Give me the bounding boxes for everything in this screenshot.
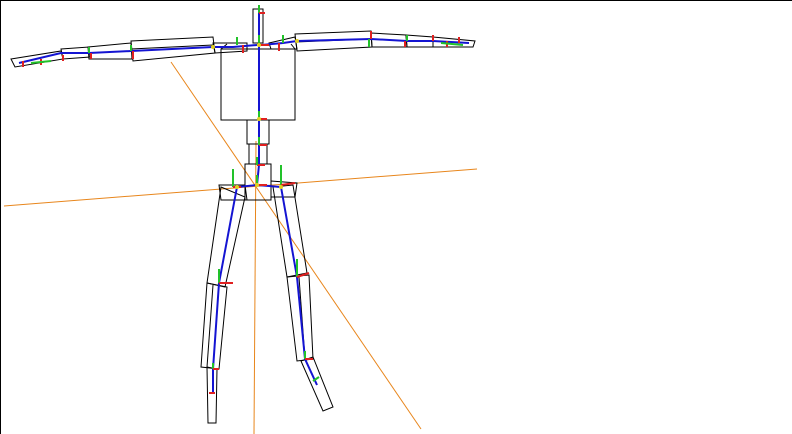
bone-left-thigh: [206, 186, 246, 288]
joint-axes-icon[interactable]: [236, 37, 244, 53]
joint-marker[interactable]: [257, 117, 261, 121]
joint-marker[interactable]: [211, 45, 215, 49]
joint-marker[interactable]: [255, 183, 259, 187]
right-arm-chain: [260, 37, 470, 46]
scene-canvas[interactable]: [1, 1, 792, 434]
bone-left-shin-edge: [206, 284, 214, 368]
joint-markers: [211, 39, 299, 189]
joint-marker[interactable]: [295, 39, 299, 43]
joint-marker[interactable]: [257, 43, 261, 47]
axis-line-diagonal: [170, 61, 422, 430]
joint-marker[interactable]: [279, 185, 283, 189]
reference-axes: [3, 61, 478, 434]
joint-marker[interactable]: [235, 185, 239, 189]
3d-viewport[interactable]: [0, 0, 792, 434]
bone-right-thigh: [272, 184, 308, 278]
bone-chest-edge: [290, 43, 296, 50]
bone-boxes: [10, 8, 476, 424]
joint-axes-icon[interactable]: [232, 169, 241, 188]
joint-axes-icon[interactable]: [368, 31, 372, 47]
right-leg-chain: [256, 184, 318, 386]
